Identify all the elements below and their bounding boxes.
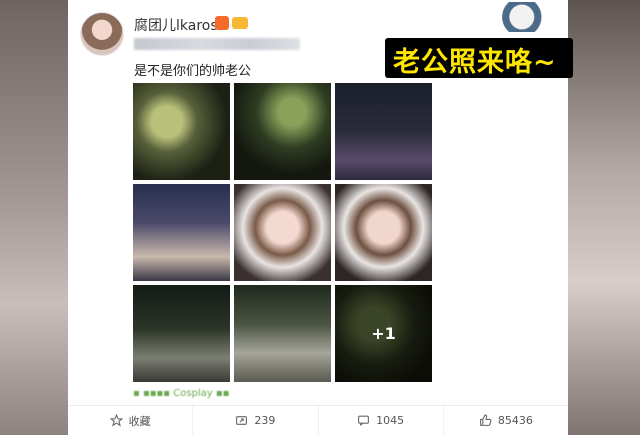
photo-thumbnail[interactable] — [234, 184, 331, 281]
photo-grid: +1 — [133, 83, 432, 382]
repost-icon — [236, 416, 248, 425]
username[interactable]: 腐团儿lkaros — [134, 15, 218, 35]
favorite-button[interactable]: 收藏 — [68, 406, 194, 435]
repost-button[interactable]: 239 — [193, 406, 319, 435]
comment-icon — [358, 415, 370, 426]
comment-count: 1045 — [376, 414, 405, 427]
user-badges — [215, 16, 248, 30]
photo-thumbnail[interactable] — [133, 83, 230, 180]
caption-overlay-text: 老公照来咯~ — [393, 47, 557, 78]
repost-count: 239 — [254, 414, 276, 427]
avatar[interactable] — [80, 12, 124, 56]
photo-thumbnail[interactable] — [234, 285, 331, 382]
post-meta-blurred — [134, 38, 300, 50]
photo-thumbnail[interactable] — [234, 83, 331, 180]
photo-thumbnail-more[interactable]: +1 — [335, 285, 432, 382]
more-photos-count: +1 — [335, 285, 432, 382]
action-bar: 收藏 239 1045 85436 — [68, 406, 568, 435]
star-icon — [109, 414, 123, 427]
favorite-label: 收藏 — [128, 414, 151, 428]
like-icon — [479, 414, 492, 426]
comment-button[interactable]: 1045 — [319, 406, 444, 435]
photo-thumbnail[interactable] — [133, 184, 230, 281]
background-left — [0, 0, 70, 435]
crown-badge-icon — [232, 17, 248, 29]
like-button[interactable]: 85436 — [444, 406, 568, 435]
photo-thumbnail[interactable] — [335, 83, 432, 180]
source-line-blurred: ▪ ▪▪▪▪ Cosplay ▪▪ — [133, 388, 230, 399]
post-text: 是不是你们的帅老公 — [134, 64, 252, 79]
verified-badge-icon — [215, 16, 229, 30]
like-count: 85436 — [497, 414, 533, 427]
photo-thumbnail[interactable] — [133, 285, 230, 382]
decorative-sticker — [497, 2, 559, 32]
photo-thumbnail[interactable] — [335, 184, 432, 281]
